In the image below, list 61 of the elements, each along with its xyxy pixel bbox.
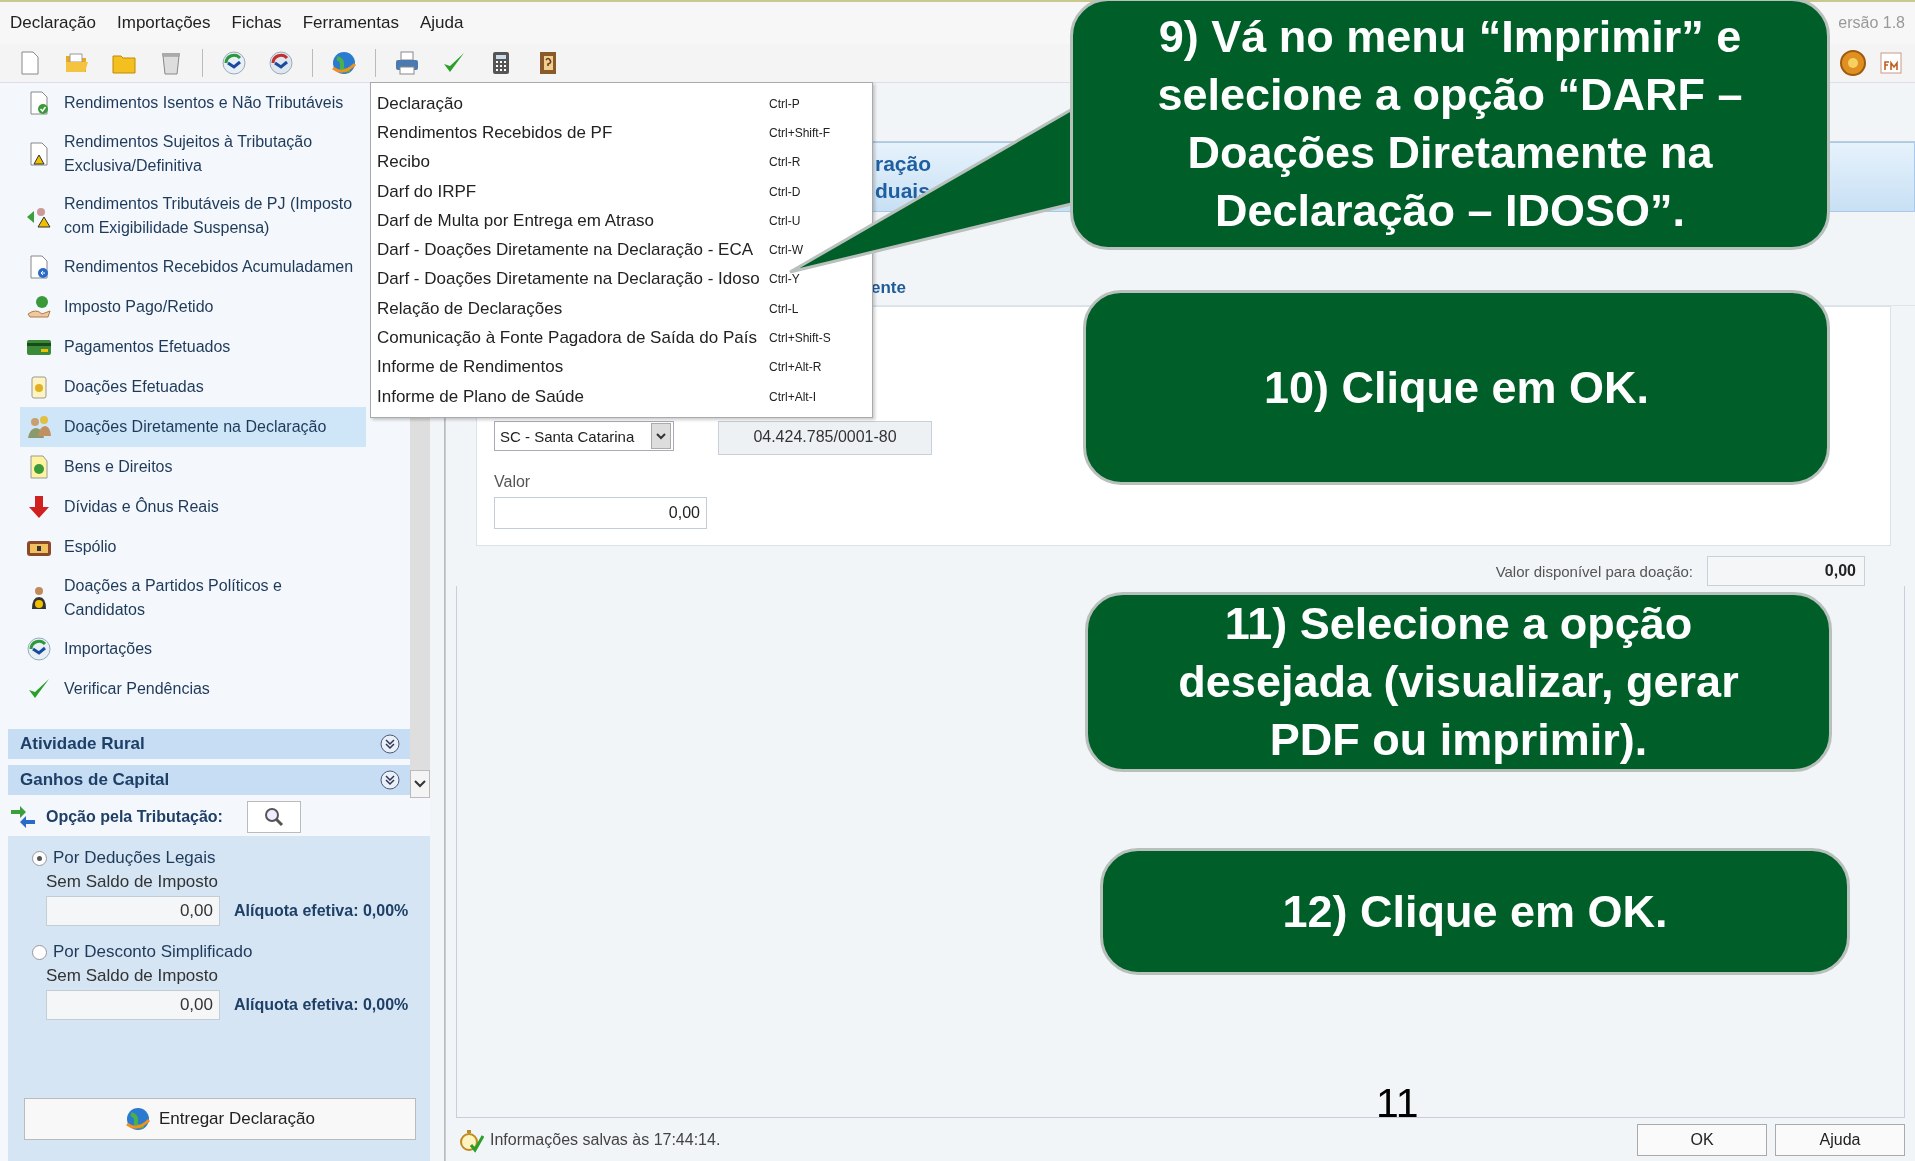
menu-item[interactable]: Importações bbox=[117, 13, 211, 33]
amount-field[interactable]: 0,00 bbox=[46, 990, 220, 1020]
value-field[interactable]: 0,00 bbox=[494, 497, 707, 529]
sidebar-item[interactable]: Pagamentos Efetuados bbox=[20, 327, 366, 367]
section-title: ente bbox=[871, 277, 906, 298]
field-label: Valor bbox=[494, 473, 532, 491]
sidebar-item[interactable]: Espólio bbox=[20, 527, 366, 567]
section-header[interactable]: Ganhos de Capital bbox=[8, 765, 410, 795]
help-button[interactable]: Ajuda bbox=[1775, 1124, 1905, 1156]
menu-item[interactable]: Declaração bbox=[10, 13, 96, 33]
menu-item[interactable]: Recibo Ctrl-R bbox=[371, 147, 872, 177]
cnpj-field[interactable]: 04.424.785/0001-80 bbox=[718, 421, 932, 455]
radio-option[interactable]: Por Desconto Simplificado bbox=[32, 942, 430, 962]
menu-item[interactable]: Informe de Plano de Saúde Ctrl+Alt-I bbox=[371, 381, 872, 412]
radio-label: Por Desconto Simplificado bbox=[53, 942, 253, 962]
sidebar-item[interactable]: Rendimentos Sujeitos à Tributação Exclusiva/Definitiva bbox=[20, 123, 366, 185]
menu-item[interactable]: Fichas bbox=[231, 13, 282, 33]
section-title: Atividade Rural bbox=[20, 734, 145, 754]
menu-item[interactable]: Darf do IRPF Ctrl-D bbox=[371, 176, 872, 207]
rate-label: Alíquota efetiva: 0,00% bbox=[234, 996, 409, 1014]
menu-item[interactable]: Darf - Doações Diretamente na Declaração - Idoso Ctrl-Y bbox=[371, 264, 872, 295]
sidebar-item[interactable]: Doações a Partidos Políticos e Candidatos bbox=[20, 567, 366, 629]
callout: 10) Clique em OK. bbox=[1083, 290, 1830, 485]
menu-item[interactable]: Comunicação à Fonte Pagadora de Saída do País Ctrl+Shift-S bbox=[371, 323, 872, 353]
menu-item[interactable]: Ferramentas bbox=[302, 13, 399, 33]
menu-item[interactable]: Declaração Ctrl-P bbox=[371, 89, 872, 119]
status-message: Informações salvas às 17:44:14. bbox=[490, 1131, 721, 1149]
radio-option[interactable]: Por Deduções Legais bbox=[32, 848, 430, 868]
field-label: Valor disponível para doação: bbox=[1495, 562, 1693, 580]
radio-label: Por Deduções Legais bbox=[53, 848, 216, 868]
sidebar-item[interactable]: Rendimentos Isentos e Não Tributáveis bbox=[20, 83, 366, 123]
section-title: Ganhos de Capital bbox=[20, 770, 170, 790]
sidebar-item[interactable]: Imposto Pago/Retido bbox=[20, 287, 366, 327]
menu-item[interactable]: Relação de Declarações Ctrl-L bbox=[371, 294, 872, 324]
sidebar-item[interactable]: Verificar Pendências bbox=[20, 669, 366, 709]
callout: 12) Clique em OK. bbox=[1100, 848, 1850, 975]
banner-text: ração bbox=[875, 151, 932, 177]
callout: 11) Selecione a opção desejada (visualizar, gerar PDF ou imprimir). bbox=[1085, 592, 1832, 772]
rate-label: Alíquota efetiva: 0,00% bbox=[234, 902, 409, 920]
state-dropdown[interactable]: SC - Santa Catarina bbox=[494, 421, 674, 451]
deliver-button[interactable]: Entregar Declaração bbox=[24, 1098, 416, 1140]
page-number: 11 bbox=[1376, 1080, 1419, 1127]
section-header[interactable]: Atividade Rural bbox=[8, 729, 410, 759]
field-label: Sem Saldo de Imposto bbox=[45, 872, 219, 892]
taxation-title: Opção pela Tributação: bbox=[46, 808, 223, 826]
sidebar-item[interactable]: Dívidas e Ônus Reais bbox=[20, 487, 366, 527]
sidebar-item[interactable]: Doações Diretamente na Declaração bbox=[20, 407, 366, 447]
amount-field[interactable]: 0,00 bbox=[46, 896, 220, 926]
menu-item[interactable]: Rendimentos Recebidos de PF Ctrl+Shift-F bbox=[371, 118, 872, 148]
menu-item[interactable]: Informe de Rendimentos Ctrl+Alt-R bbox=[371, 352, 872, 382]
version-label: ersão 1.8 bbox=[1838, 14, 1905, 32]
ok-button[interactable]: OK bbox=[1637, 1124, 1767, 1156]
sidebar-item[interactable]: Bens e Direitos bbox=[20, 447, 366, 487]
menu-item[interactable]: Ajuda bbox=[420, 13, 464, 33]
menu-item[interactable]: Darf de Multa por Entrega em Atraso Ctrl-U bbox=[371, 206, 872, 236]
field-label: Sem Saldo de Imposto bbox=[45, 966, 219, 986]
sidebar-item[interactable]: Doações Efetuadas bbox=[20, 367, 366, 407]
available-value-field: 0,00 bbox=[1707, 556, 1865, 586]
sidebar-item[interactable]: Rendimentos Tributáveis de PJ (Imposto com Exigibilidade Suspensa) bbox=[20, 185, 366, 247]
sidebar-item[interactable]: Rendimentos Recebidos Acumuladamen bbox=[20, 247, 366, 287]
sidebar-item[interactable]: Importações bbox=[20, 629, 366, 669]
